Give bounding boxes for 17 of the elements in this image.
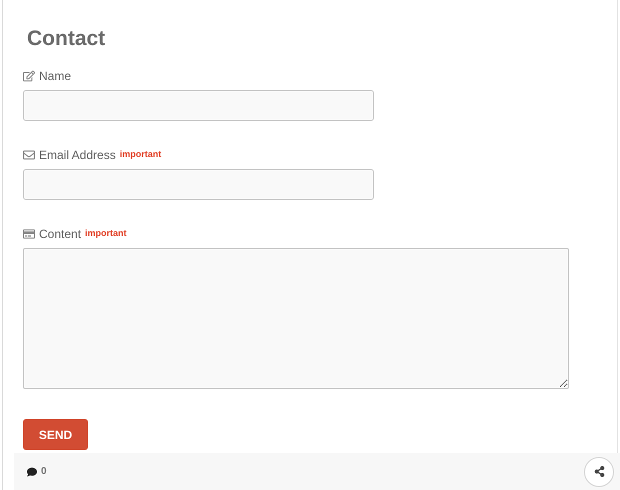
comment-count: 0 xyxy=(41,465,47,479)
envelope-icon xyxy=(23,149,35,161)
field-label: Name xyxy=(39,68,72,85)
field-label: Email Address xyxy=(39,147,116,164)
card-icon xyxy=(23,228,35,240)
required-note: important xyxy=(120,148,162,162)
comment-icon xyxy=(27,466,37,476)
page-title: Contact xyxy=(27,26,106,52)
input-field[interactable] xyxy=(23,169,374,200)
share-button[interactable] xyxy=(584,456,614,486)
content-field[interactable] xyxy=(23,248,569,389)
edit-icon xyxy=(23,70,35,82)
field-label: Content xyxy=(39,226,82,243)
input-field[interactable] xyxy=(23,90,374,121)
required-note: important xyxy=(85,227,127,240)
send-button[interactable]: SEND xyxy=(23,419,88,450)
share-icon xyxy=(594,466,604,477)
